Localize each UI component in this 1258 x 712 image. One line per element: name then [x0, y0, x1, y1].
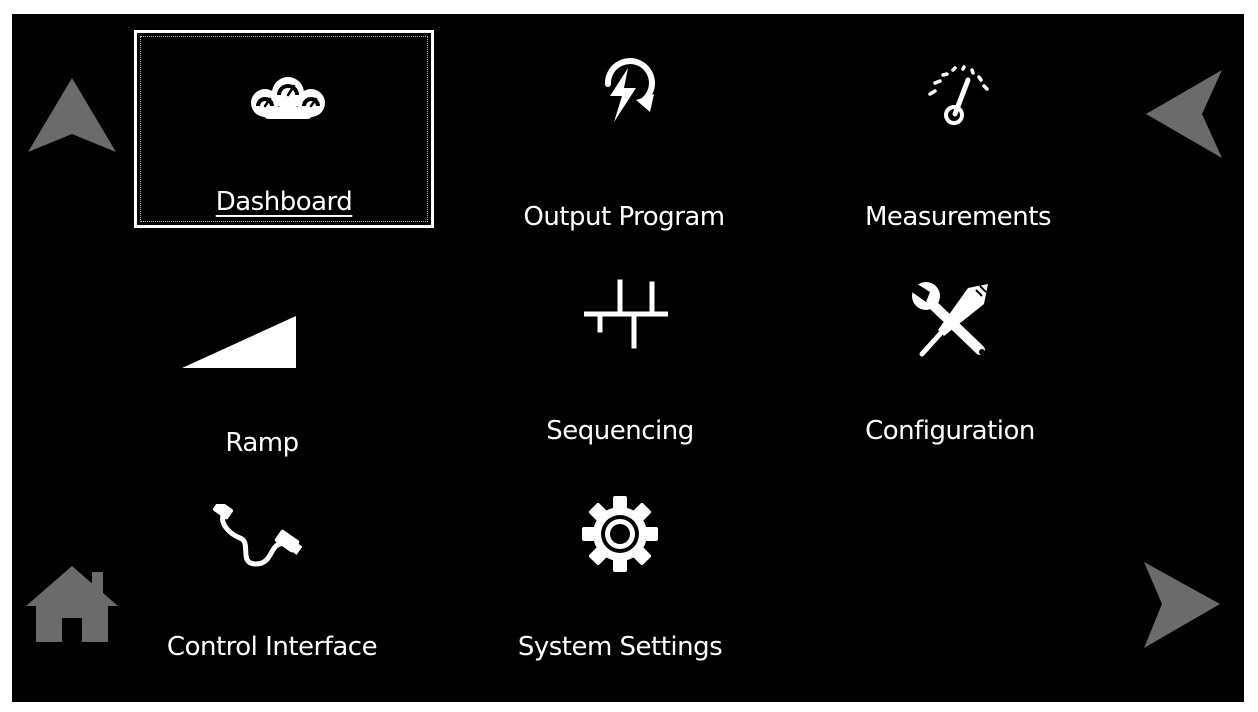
menu-item-label: Output Program	[523, 202, 725, 232]
wrench-screwdriver-icon	[912, 282, 988, 357]
triangle-up-icon	[28, 78, 116, 152]
menu-item-ramp[interactable]: Ramp	[112, 254, 412, 458]
home-icon	[26, 566, 118, 642]
nav-back-button[interactable]	[1144, 66, 1226, 162]
main-menu-screen: Dashboard Output Program Measurements Ra…	[12, 14, 1244, 702]
dashboard-gauges-icon	[251, 77, 325, 119]
menu-item-label: Measurements	[864, 202, 1052, 232]
triangle-right-icon	[1144, 562, 1220, 648]
nav-forward-button[interactable]	[1140, 558, 1224, 652]
menu-item-configuration[interactable]: Configuration	[800, 254, 1100, 452]
nav-up-button[interactable]	[26, 74, 118, 156]
menu-item-sequencing[interactable]: Sequencing	[470, 254, 770, 452]
menu-item-label: Configuration	[865, 416, 1035, 446]
menu-item-label: Ramp	[225, 428, 299, 458]
meter-gauge-icon	[928, 65, 989, 125]
usb-cable-icon	[212, 504, 302, 567]
gear-icon	[582, 496, 658, 572]
sequence-pulses-icon	[584, 279, 668, 349]
power-cycle-bolt-icon	[604, 58, 655, 122]
menu-item-measurements[interactable]: Measurements	[808, 30, 1108, 232]
menu-item-control-interface[interactable]: Control Interface	[122, 484, 422, 682]
menu-item-label: Dashboard	[215, 187, 353, 217]
menu-item-system-settings[interactable]: System Settings	[470, 484, 770, 682]
triangle-left-icon	[1146, 70, 1222, 158]
menu-item-label: Control Interface	[166, 632, 378, 662]
menu-item-label: System Settings	[517, 632, 723, 662]
menu-item-output-program[interactable]: Output Program	[474, 30, 774, 232]
nav-home-button[interactable]	[24, 562, 120, 644]
ramp-wedge-icon	[182, 316, 296, 368]
menu-item-label: Sequencing	[546, 416, 694, 446]
menu-item-dashboard[interactable]: Dashboard	[134, 30, 434, 228]
